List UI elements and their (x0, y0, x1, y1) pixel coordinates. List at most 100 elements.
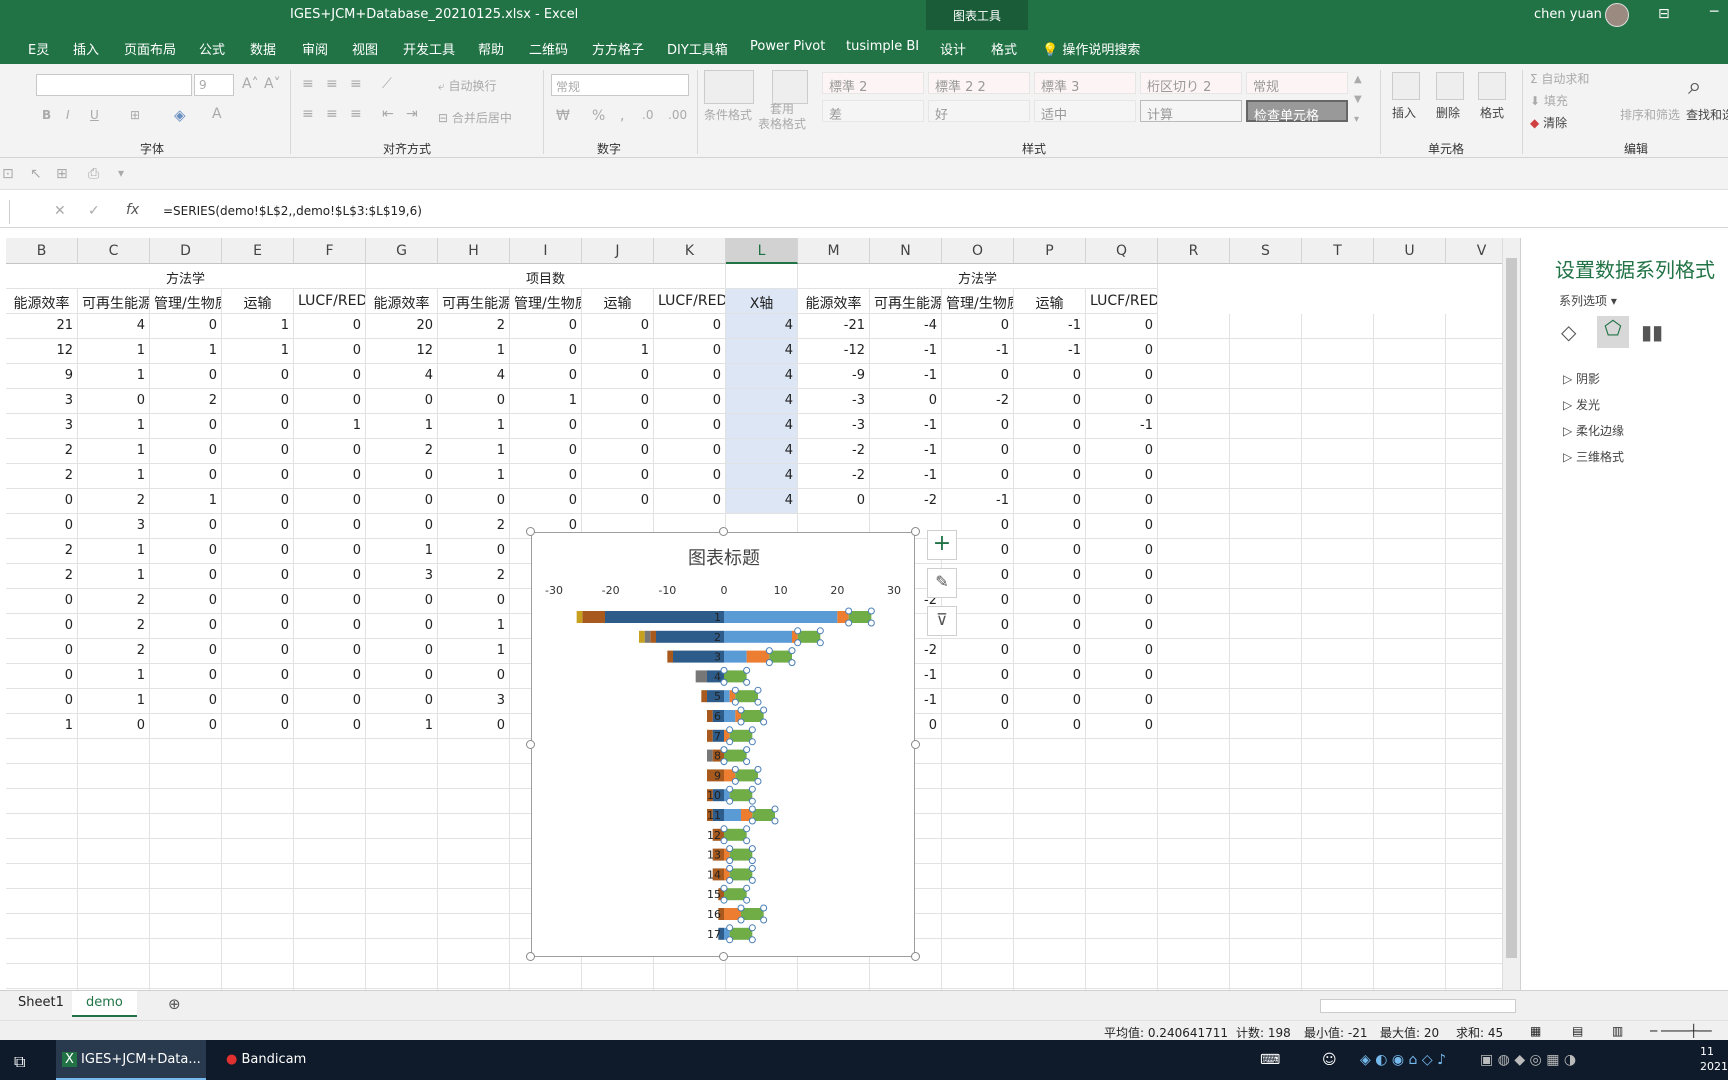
table-cell[interactable]: 0 (1086, 489, 1158, 514)
table-cell[interactable] (1230, 464, 1302, 489)
table-cell[interactable] (1374, 314, 1446, 339)
table-cell[interactable]: 4 (366, 364, 438, 389)
column-header-P[interactable]: P (1014, 238, 1086, 264)
chart-elements-button[interactable]: + (927, 530, 957, 560)
table-cell[interactable]: 0 (942, 689, 1014, 714)
table-cell[interactable] (942, 864, 1014, 889)
table-cell[interactable] (6, 789, 78, 814)
table-cell[interactable] (1374, 639, 1446, 664)
table-cell[interactable] (6, 964, 78, 989)
underline-icon[interactable]: U (90, 108, 99, 122)
table-cell[interactable] (1374, 839, 1446, 864)
conditional-format-label[interactable]: 条件格式 (704, 106, 752, 123)
task-view-icon[interactable]: ⧉ (14, 1040, 25, 1080)
table-cell[interactable]: 0 (510, 314, 582, 339)
table-cell[interactable]: 0 (150, 639, 222, 664)
table-cell[interactable]: 12 (366, 339, 438, 364)
table-cell[interactable]: -3 (798, 389, 870, 414)
increase-decimal-icon[interactable]: .0 (642, 108, 653, 122)
table-cell[interactable] (1446, 464, 1502, 489)
table-cell[interactable] (1302, 489, 1374, 514)
table-cell[interactable]: 0 (1014, 439, 1086, 464)
table-cell[interactable]: 0 (6, 489, 78, 514)
style-neutral[interactable]: 适中 (1034, 100, 1136, 123)
table-cell[interactable] (78, 889, 150, 914)
pane-item-shadow[interactable]: ▷ 阴影 (1563, 370, 1600, 387)
avatar[interactable] (1605, 3, 1629, 27)
table-cell[interactable]: 0 (438, 664, 510, 689)
table-cell[interactable] (1230, 914, 1302, 939)
number-format-box[interactable]: 常规 (551, 74, 689, 96)
chart-filters-button[interactable]: ⊽ (927, 606, 957, 636)
header-cell[interactable]: LUCF/RED (654, 289, 726, 314)
resize-handle[interactable] (911, 952, 920, 961)
table-cell[interactable] (1230, 764, 1302, 789)
table-cell[interactable] (1302, 389, 1374, 414)
comma-icon[interactable]: , (620, 108, 624, 124)
table-cell[interactable]: 0 (942, 639, 1014, 664)
header-cell[interactable]: 运输 (1014, 289, 1086, 314)
header-cell[interactable]: LUCF/REDD+ (1086, 289, 1158, 314)
table-format-icon[interactable] (772, 70, 808, 104)
page-break-view-icon[interactable]: ▥ (1612, 1024, 1623, 1038)
tab-power-pivot[interactable]: Power Pivot (750, 39, 825, 54)
column-header-I[interactable]: I (510, 238, 582, 264)
table-cell[interactable]: 2 (78, 489, 150, 514)
table-cell[interactable] (1302, 464, 1374, 489)
table-cell[interactable] (1446, 889, 1502, 914)
table-cell[interactable]: 4 (78, 314, 150, 339)
table-cell[interactable] (1446, 914, 1502, 939)
table-cell[interactable] (654, 964, 726, 989)
table-cell[interactable]: 0 (438, 589, 510, 614)
table-cell[interactable] (1158, 339, 1230, 364)
table-cell[interactable]: 0 (870, 389, 942, 414)
formula-input[interactable]: =SERIES(demo!$L$2,,demo!$L$3:$L$19,6) (163, 204, 422, 218)
table-cell[interactable]: 0 (222, 489, 294, 514)
table-cell[interactable] (1086, 839, 1158, 864)
table-cell[interactable]: 4 (726, 414, 798, 439)
table-cell[interactable]: 2 (438, 314, 510, 339)
table-cell[interactable]: -1 (942, 339, 1014, 364)
style-bad[interactable]: 差 (822, 100, 924, 123)
table-cell[interactable] (1374, 514, 1446, 539)
table-cell[interactable] (942, 939, 1014, 964)
table-cell[interactable] (1158, 314, 1230, 339)
table-cell[interactable]: 4 (726, 389, 798, 414)
table-cell[interactable]: 2 (438, 514, 510, 539)
format-cells-icon[interactable] (1478, 72, 1506, 100)
table-cell[interactable] (1230, 339, 1302, 364)
table-cell[interactable]: 0 (654, 389, 726, 414)
table-cell[interactable]: -2 (798, 439, 870, 464)
table-cell[interactable] (150, 939, 222, 964)
scrollbar-thumb[interactable] (1506, 258, 1517, 958)
orientation-icon[interactable]: ⟋ (382, 76, 392, 92)
table-cell[interactable]: 0 (294, 714, 366, 739)
table-cell[interactable]: 0 (1014, 389, 1086, 414)
table-cell[interactable] (1158, 939, 1230, 964)
table-cell[interactable] (366, 839, 438, 864)
table-cell[interactable] (6, 889, 78, 914)
table-cell[interactable] (1374, 939, 1446, 964)
table-cell[interactable]: -1 (870, 439, 942, 464)
table-cell[interactable] (222, 839, 294, 864)
table-cell[interactable] (294, 864, 366, 889)
currency-icon[interactable]: ₩ (556, 108, 570, 124)
table-cell[interactable] (1230, 389, 1302, 414)
table-cell[interactable] (1158, 489, 1230, 514)
table-cell[interactable]: 0 (1014, 589, 1086, 614)
table-cell[interactable] (222, 964, 294, 989)
table-cell[interactable] (1158, 864, 1230, 889)
styles-more-icon[interactable]: ▾ (1354, 114, 1359, 125)
table-cell[interactable] (294, 789, 366, 814)
table-cell[interactable]: 0 (1086, 639, 1158, 664)
table-cell[interactable]: 0 (366, 389, 438, 414)
table-cell[interactable]: -2 (870, 489, 942, 514)
table-cell[interactable] (366, 789, 438, 814)
table-cell[interactable] (366, 814, 438, 839)
align-bottom-icon[interactable]: ≡ (350, 76, 362, 92)
table-cell[interactable] (1446, 939, 1502, 964)
table-cell[interactable] (1158, 964, 1230, 989)
table-cell[interactable]: 20 (366, 314, 438, 339)
table-cell[interactable]: 0 (1086, 664, 1158, 689)
style-normal-2-2[interactable]: 標準 2 2 (928, 72, 1030, 95)
